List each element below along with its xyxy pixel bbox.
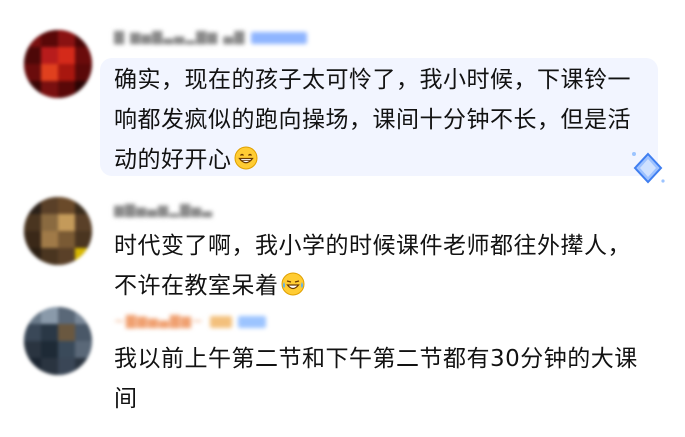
- comment-body: 我以前上午第二节和下午第二节都有30分钟的大课间: [114, 346, 638, 412]
- user-badge: [209, 316, 232, 328]
- comment-item: ~▇▆▅▄▇▆~ 我以前上午第二节和下午第二节都有30分钟的大课间: [0, 305, 685, 437]
- diamond-badge-icon: [632, 152, 665, 184]
- comment-text: 时代变了啊，我小学的时候课件老师都往外撵人，不许在教室呆着: [114, 226, 654, 306]
- comment-text: 确实，现在的孩子太可怜了，我小时候，下课铃一响都发疯似的跑向操场，课间十分钟不长…: [114, 60, 654, 180]
- user-badge: [251, 32, 308, 44]
- grinning-face-icon: [234, 146, 257, 170]
- user-badge: [237, 316, 266, 328]
- comment-body: 时代变了啊，我小学的时候课件老师都往外撵人，不许在教室呆着: [114, 233, 631, 299]
- avatar[interactable]: [24, 30, 92, 98]
- avatar[interactable]: [24, 307, 92, 375]
- comment-item: ▆▇▅▄▆▂▇▅▃ 时代变了啊，我小学的时候课件老师都往外撵人，不许在教室呆着: [0, 195, 685, 305]
- crying-laughing-face-icon: [281, 272, 304, 296]
- username-row: ~▇▆▅▄▇▆~: [114, 315, 266, 329]
- username-row: ▆▇▅▄▆▂▇▅▃: [114, 204, 213, 218]
- comment-text: 我以前上午第二节和下午第二节都有30分钟的大课间: [114, 339, 654, 419]
- username[interactable]: ▆▇▅▄▆▂▇▅▃: [114, 204, 213, 218]
- comment-body: 确实，现在的孩子太可怜了，我小时候，下课铃一响都发疯似的跑向操场，课间十分钟不长…: [114, 67, 631, 173]
- comment-item: ▇ ▆▅▇▃▄▂▇▆ ▄▇ 确实，现在的孩子太可怜了，我小时候，下课铃一响都发疯…: [0, 0, 685, 195]
- avatar[interactable]: [24, 197, 92, 265]
- username[interactable]: ~▇▆▅▄▇▆~: [114, 315, 204, 329]
- username-row: ▇ ▆▅▇▃▄▂▇▆ ▄▇: [114, 31, 308, 45]
- username[interactable]: ▇ ▆▅▇▃▄▂▇▆ ▄▇: [114, 31, 245, 45]
